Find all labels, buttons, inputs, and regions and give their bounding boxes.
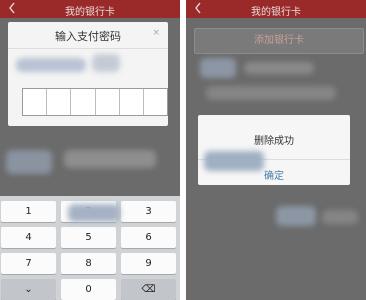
right-screenshot: 我的银行卡 添加银行卡 删除成功 确定	[186, 0, 366, 300]
key-9[interactable]: 9	[121, 253, 176, 274]
key-7[interactable]: 7	[1, 253, 56, 274]
add-card-button[interactable]: 添加银行卡	[194, 28, 364, 54]
header-bar: 我的银行卡	[186, 0, 366, 18]
key-1[interactable]: 1	[1, 201, 56, 222]
dialog-message: 删除成功	[254, 136, 294, 147]
blurred-region	[322, 210, 358, 224]
header-bar: 我的银行卡	[0, 0, 180, 18]
hide-keyboard-icon[interactable]: ⌄	[1, 279, 56, 300]
pin-cell	[71, 89, 96, 115]
key-5[interactable]: 5	[61, 227, 116, 248]
blurred-region	[16, 58, 86, 72]
pin-cell	[47, 89, 72, 115]
screen: 我的银行卡 输入支付密码 × 1 2 3 4 5 6	[0, 0, 366, 300]
dialog-title: 输入支付密码	[55, 30, 121, 43]
key-8[interactable]: 8	[61, 253, 116, 274]
numeric-keypad: 1 2 3 4 5 6 7 8 9 ⌄ 0 ⌫	[0, 196, 180, 300]
key-4[interactable]: 4	[1, 227, 56, 248]
payment-password-dialog: 输入支付密码 ×	[8, 22, 168, 126]
blurred-region	[276, 206, 316, 226]
left-screenshot: 我的银行卡 输入支付密码 × 1 2 3 4 5 6	[0, 0, 180, 300]
blurred-region	[206, 86, 336, 100]
delete-success-dialog: 删除成功 确定	[198, 115, 350, 185]
dialog-divider	[8, 48, 168, 49]
blurred-region	[64, 150, 156, 168]
blurred-region	[200, 58, 236, 78]
pin-cell	[23, 89, 48, 115]
page-title: 我的银行卡	[251, 7, 301, 18]
blurred-region	[68, 204, 120, 222]
pin-cell	[96, 89, 120, 115]
blurred-region	[92, 54, 120, 72]
pin-cell	[144, 89, 167, 115]
confirm-button[interactable]: 确定	[198, 167, 350, 182]
pin-cell	[120, 89, 144, 115]
blurred-region	[6, 150, 52, 174]
close-icon[interactable]: ×	[152, 28, 160, 38]
backspace-icon[interactable]: ⌫	[121, 279, 176, 300]
page-title: 我的银行卡	[65, 7, 115, 18]
password-input[interactable]	[22, 88, 168, 116]
blurred-region	[244, 62, 314, 74]
key-3[interactable]: 3	[121, 201, 176, 222]
key-0[interactable]: 0	[61, 279, 116, 300]
key-6[interactable]: 6	[121, 227, 176, 248]
